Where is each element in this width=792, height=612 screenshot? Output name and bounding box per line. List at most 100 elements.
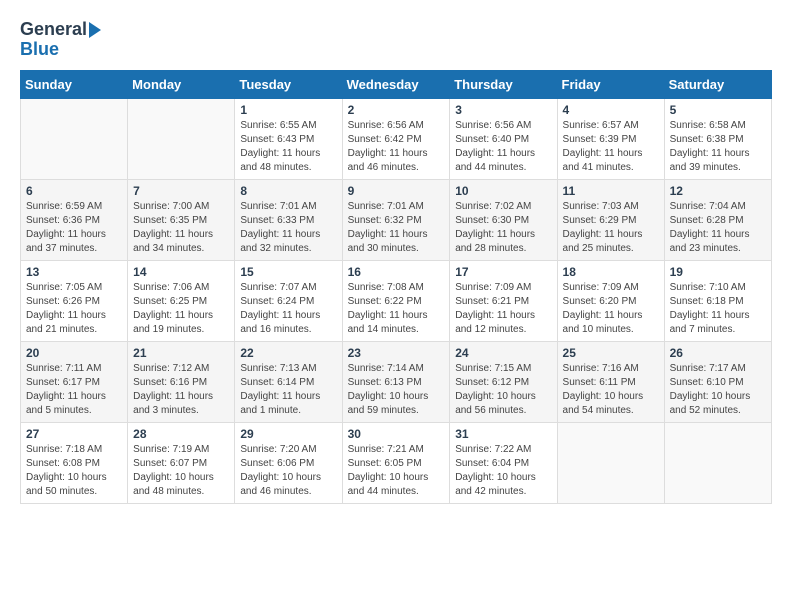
day-info: Sunrise: 6:57 AM Sunset: 6:39 PM Dayligh… — [563, 119, 659, 175]
calendar-cell: 13Sunrise: 7:05 AM Sunset: 6:26 PM Dayli… — [21, 260, 128, 341]
day-number: 26 — [670, 346, 766, 360]
day-number: 31 — [455, 427, 551, 441]
day-info: Sunrise: 7:15 AM Sunset: 6:12 PM Dayligh… — [455, 362, 551, 418]
calendar-cell: 5Sunrise: 6:58 AM Sunset: 6:38 PM Daylig… — [664, 98, 771, 179]
day-number: 14 — [133, 265, 229, 279]
calendar-cell: 23 Sunrise: 7:14 AM Sunset: 6:13 PM Dayli… — [342, 341, 450, 422]
day-number: 6 — [26, 184, 122, 198]
day-number: 9 — [348, 184, 445, 198]
weekday-header-monday: Monday — [128, 70, 235, 98]
calendar-cell: 17 Sunrise: 7:09 AM Sunset: 6:21 PM Dayli… — [450, 260, 557, 341]
calendar-cell: 27Sunrise: 7:18 AM Sunset: 6:08 PM Dayli… — [21, 422, 128, 503]
calendar-cell: 22 Sunrise: 7:13 AM Sunset: 6:14 PM Dayli… — [235, 341, 342, 422]
day-number: 24 — [455, 346, 551, 360]
day-number: 29 — [240, 427, 336, 441]
logo-text-general: General — [20, 20, 87, 40]
day-info: Sunrise: 7:22 AM Sunset: 6:04 PM Dayligh… — [455, 443, 551, 499]
day-info: Sunrise: 7:09 AM Sunset: 6:20 PM Dayligh… — [563, 281, 659, 337]
day-number: 30 — [348, 427, 445, 441]
calendar-cell: 9 Sunrise: 7:01 AM Sunset: 6:32 PM Daylig… — [342, 179, 450, 260]
calendar-cell: 4 Sunrise: 6:57 AM Sunset: 6:39 PM Daylig… — [557, 98, 664, 179]
day-number: 8 — [240, 184, 336, 198]
day-number: 18 — [563, 265, 659, 279]
day-info: Sunrise: 6:56 AM Sunset: 6:40 PM Dayligh… — [455, 119, 551, 175]
day-info: Sunrise: 7:09 AM Sunset: 6:21 PM Dayligh… — [455, 281, 551, 337]
day-number: 27 — [26, 427, 122, 441]
calendar-cell: 10 Sunrise: 7:02 AM Sunset: 6:30 PM Dayli… — [450, 179, 557, 260]
day-info: Sunrise: 7:02 AM Sunset: 6:30 PM Dayligh… — [455, 200, 551, 256]
calendar-cell: 3 Sunrise: 6:56 AM Sunset: 6:40 PM Daylig… — [450, 98, 557, 179]
logo: General Blue — [20, 20, 101, 60]
calendar-week-row: 6Sunrise: 6:59 AM Sunset: 6:36 PM Daylig… — [21, 179, 772, 260]
day-number: 4 — [563, 103, 659, 117]
calendar-cell: 16 Sunrise: 7:08 AM Sunset: 6:22 PM Dayli… — [342, 260, 450, 341]
calendar-cell: 30Sunrise: 7:21 AM Sunset: 6:05 PM Dayli… — [342, 422, 450, 503]
calendar-week-row: 13Sunrise: 7:05 AM Sunset: 6:26 PM Dayli… — [21, 260, 772, 341]
day-info: Sunrise: 7:19 AM Sunset: 6:07 PM Dayligh… — [133, 443, 229, 499]
page-header: General Blue — [20, 20, 772, 60]
logo-text-blue: Blue — [20, 40, 59, 60]
day-info: Sunrise: 7:01 AM Sunset: 6:33 PM Dayligh… — [240, 200, 336, 256]
day-number: 2 — [348, 103, 445, 117]
calendar-cell: 7Sunrise: 7:00 AM Sunset: 6:35 PM Daylig… — [128, 179, 235, 260]
calendar-cell: 20 Sunrise: 7:11 AM Sunset: 6:17 PM Dayli… — [21, 341, 128, 422]
day-number: 22 — [240, 346, 336, 360]
day-number: 3 — [455, 103, 551, 117]
weekday-header-wednesday: Wednesday — [342, 70, 450, 98]
day-info: Sunrise: 6:56 AM Sunset: 6:42 PM Dayligh… — [348, 119, 445, 175]
calendar-cell: 29 Sunrise: 7:20 AM Sunset: 6:06 PM Dayli… — [235, 422, 342, 503]
day-info: Sunrise: 7:17 AM Sunset: 6:10 PM Dayligh… — [670, 362, 766, 418]
day-number: 20 — [26, 346, 122, 360]
day-number: 23 — [348, 346, 445, 360]
weekday-header-saturday: Saturday — [664, 70, 771, 98]
calendar-cell: 24 Sunrise: 7:15 AM Sunset: 6:12 PM Dayli… — [450, 341, 557, 422]
calendar-cell: 12 Sunrise: 7:04 AM Sunset: 6:28 PM Dayli… — [664, 179, 771, 260]
day-info: Sunrise: 7:07 AM Sunset: 6:24 PM Dayligh… — [240, 281, 336, 337]
day-info: Sunrise: 7:03 AM Sunset: 6:29 PM Dayligh… — [563, 200, 659, 256]
calendar-cell — [557, 422, 664, 503]
calendar-cell: 15 Sunrise: 7:07 AM Sunset: 6:24 PM Dayli… — [235, 260, 342, 341]
calendar-cell: 31 Sunrise: 7:22 AM Sunset: 6:04 PM Dayli… — [450, 422, 557, 503]
calendar-cell — [664, 422, 771, 503]
calendar-week-row: 20 Sunrise: 7:11 AM Sunset: 6:17 PM Dayli… — [21, 341, 772, 422]
weekday-header-tuesday: Tuesday — [235, 70, 342, 98]
day-info: Sunrise: 6:55 AM Sunset: 6:43 PM Dayligh… — [240, 119, 336, 175]
day-number: 28 — [133, 427, 229, 441]
calendar-cell: 2 Sunrise: 6:56 AM Sunset: 6:42 PM Daylig… — [342, 98, 450, 179]
day-info: Sunrise: 7:01 AM Sunset: 6:32 PM Dayligh… — [348, 200, 445, 256]
day-info: Sunrise: 7:14 AM Sunset: 6:13 PM Dayligh… — [348, 362, 445, 418]
calendar-cell: 21 Sunrise: 7:12 AM Sunset: 6:16 PM Dayli… — [128, 341, 235, 422]
day-info: Sunrise: 7:05 AM Sunset: 6:26 PM Dayligh… — [26, 281, 122, 337]
weekday-header-thursday: Thursday — [450, 70, 557, 98]
calendar-week-row: 27Sunrise: 7:18 AM Sunset: 6:08 PM Dayli… — [21, 422, 772, 503]
calendar-cell: 19 Sunrise: 7:10 AM Sunset: 6:18 PM Dayli… — [664, 260, 771, 341]
calendar-cell — [21, 98, 128, 179]
day-number: 19 — [670, 265, 766, 279]
day-info: Sunrise: 7:12 AM Sunset: 6:16 PM Dayligh… — [133, 362, 229, 418]
day-info: Sunrise: 7:16 AM Sunset: 6:11 PM Dayligh… — [563, 362, 659, 418]
day-info: Sunrise: 7:04 AM Sunset: 6:28 PM Dayligh… — [670, 200, 766, 256]
calendar-cell: 18 Sunrise: 7:09 AM Sunset: 6:20 PM Dayli… — [557, 260, 664, 341]
day-info: Sunrise: 7:06 AM Sunset: 6:25 PM Dayligh… — [133, 281, 229, 337]
day-number: 21 — [133, 346, 229, 360]
day-info: Sunrise: 7:11 AM Sunset: 6:17 PM Dayligh… — [26, 362, 122, 418]
day-number: 15 — [240, 265, 336, 279]
calendar-cell: 26 Sunrise: 7:17 AM Sunset: 6:10 PM Dayli… — [664, 341, 771, 422]
calendar-table: SundayMondayTuesdayWednesdayThursdayFrid… — [20, 70, 772, 504]
day-number: 25 — [563, 346, 659, 360]
calendar-week-row: 1 Sunrise: 6:55 AM Sunset: 6:43 PM Daylig… — [21, 98, 772, 179]
day-number: 17 — [455, 265, 551, 279]
day-info: Sunrise: 7:08 AM Sunset: 6:22 PM Dayligh… — [348, 281, 445, 337]
day-number: 12 — [670, 184, 766, 198]
day-info: Sunrise: 7:13 AM Sunset: 6:14 PM Dayligh… — [240, 362, 336, 418]
day-number: 10 — [455, 184, 551, 198]
calendar-cell: 11 Sunrise: 7:03 AM Sunset: 6:29 PM Dayli… — [557, 179, 664, 260]
day-number: 1 — [240, 103, 336, 117]
day-number: 16 — [348, 265, 445, 279]
logo-arrow-icon — [89, 22, 101, 38]
calendar-cell: 25 Sunrise: 7:16 AM Sunset: 6:11 PM Dayli… — [557, 341, 664, 422]
weekday-header-friday: Friday — [557, 70, 664, 98]
day-info: Sunrise: 7:20 AM Sunset: 6:06 PM Dayligh… — [240, 443, 336, 499]
day-info: Sunrise: 7:10 AM Sunset: 6:18 PM Dayligh… — [670, 281, 766, 337]
day-number: 11 — [563, 184, 659, 198]
